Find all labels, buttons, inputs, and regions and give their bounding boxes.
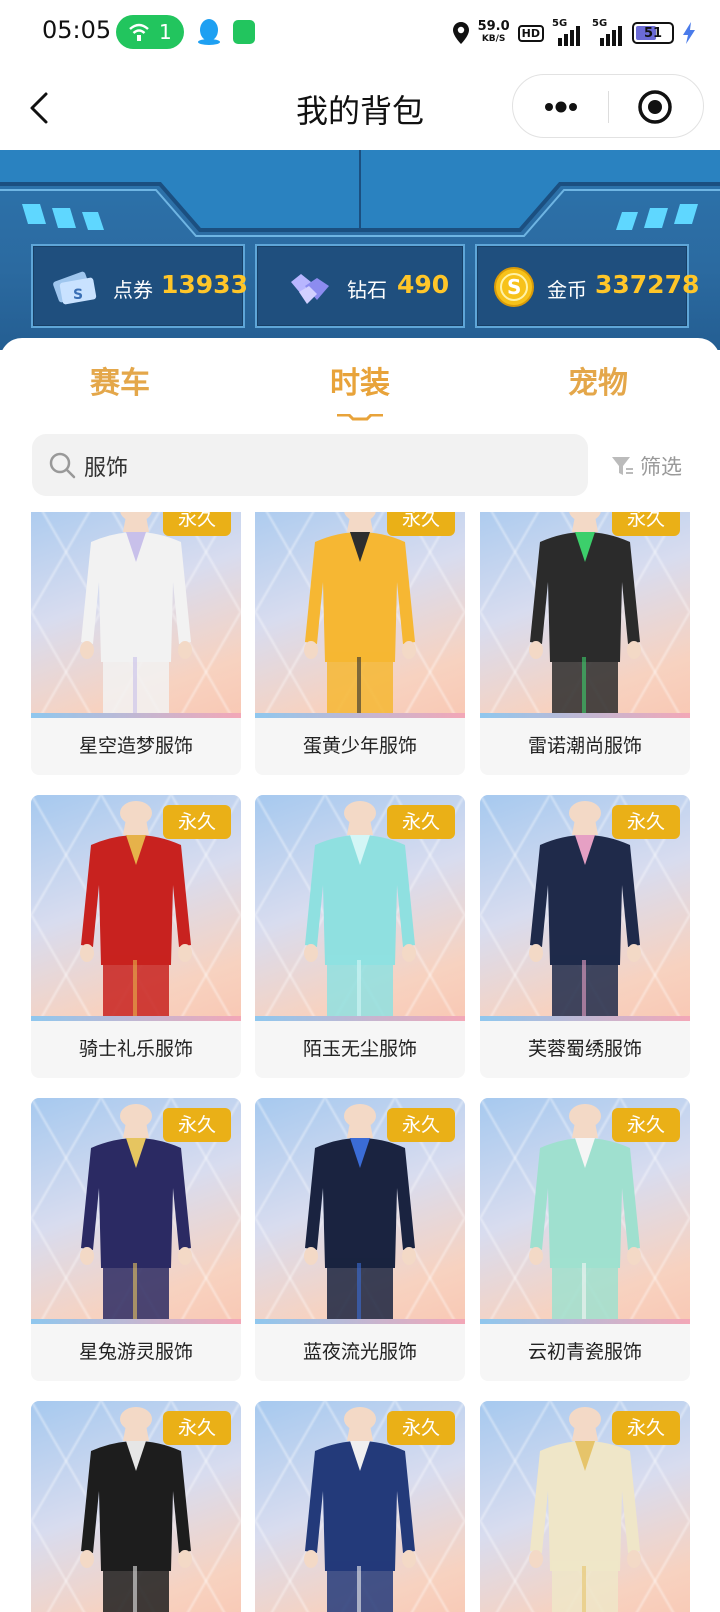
fashion-item-name: 星空造梦服饰: [78, 735, 193, 757]
search-icon: [49, 452, 76, 479]
permanent-badge: 永久: [612, 512, 680, 536]
signal-icon: [600, 24, 622, 46]
fashion-item-card[interactable]: 永久雷诺潮尚服饰: [480, 512, 690, 775]
fashion-item-card[interactable]: 永久骑士礼乐服饰: [31, 795, 241, 1078]
filter-icon: [612, 457, 633, 475]
signal-2: 5G: [590, 18, 624, 46]
permanent-badge: 永久: [612, 1411, 680, 1445]
battery-icon: 51: [632, 22, 674, 44]
coupon-box: S 点券 13933: [31, 244, 248, 328]
content-panel: 赛车 时装 宠物 服饰 筛选 永久 星空造梦服饰 永久 蛋黄少年服饰 永久 雷诺潮尚服饰永…: [0, 338, 720, 1612]
close-target-icon[interactable]: [637, 89, 673, 125]
svg-text:S: S: [507, 275, 521, 299]
charging-icon: [683, 22, 695, 44]
fashion-item-card[interactable]: 永久蓝夜流光服饰: [255, 1098, 465, 1381]
fashion-item-card[interactable]: 永久: [255, 1401, 465, 1612]
fashion-item-card[interactable]: 永久云初青瓷服饰: [480, 1098, 690, 1381]
fashion-item-card[interactable]: 永久蛋黄少年服饰: [255, 512, 465, 775]
item-grid: 永久 星空造梦服饰 永久 蛋黄少年服饰 永久 雷诺潮尚服饰 永久 骑士礼乐服饰 永久 陌玉无尘服饰…: [0, 512, 720, 1612]
fashion-item-image: [31, 512, 241, 718]
outfit-figure: [529, 512, 641, 717]
fashion-item-card[interactable]: 永久星兔游灵服饰: [31, 1098, 241, 1381]
status-time: 05:05: [42, 16, 112, 44]
permanent-badge: 永久: [163, 512, 231, 536]
gold-box: S 金币 337278: [475, 244, 699, 328]
miniprogram-capsule: [512, 74, 704, 138]
diamond-box: 钻石 490: [255, 244, 465, 328]
hotspot-count: 1: [158, 20, 172, 44]
network-speed: 59.0 KB/S: [477, 19, 510, 44]
permanent-badge: 永久: [163, 1411, 231, 1445]
tab-pet[interactable]: 宠物: [498, 358, 698, 402]
permanent-badge: 永久: [387, 1108, 455, 1142]
notification-app-icon: [233, 20, 255, 44]
diamond-value: 490: [397, 270, 450, 299]
fashion-item-card[interactable]: 永久: [31, 1401, 241, 1612]
permanent-badge: 永久: [612, 805, 680, 839]
fashion-item-name: 星兔游灵服饰: [78, 1341, 193, 1363]
diamond-label: 钻石: [347, 278, 387, 302]
status-right: 59.0 KB/S HD 5G 5G 51: [452, 16, 696, 50]
permanent-badge: 永久: [387, 512, 455, 536]
fashion-item-name: 云初青瓷服饰: [527, 1341, 642, 1363]
fashion-item-image: [480, 512, 690, 718]
permanent-badge: 永久: [163, 805, 231, 839]
search-text: 服饰: [84, 456, 129, 481]
hotspot-pill: 1: [116, 15, 184, 49]
more-icon[interactable]: [541, 97, 581, 117]
filter-button[interactable]: 筛选: [610, 448, 682, 484]
svg-text:S: S: [73, 287, 83, 303]
fashion-item-name: 雷诺潮尚服饰: [527, 735, 642, 757]
active-tab-indicator: [337, 414, 383, 421]
permanent-badge: 永久: [163, 1108, 231, 1142]
gold-label: 金币: [547, 278, 587, 302]
filter-label: 筛选: [640, 455, 682, 479]
fashion-item-card[interactable]: 永久星空造梦服饰: [31, 512, 241, 775]
permanent-badge: 永久: [612, 1108, 680, 1142]
permanent-badge: 永久: [387, 805, 455, 839]
qq-icon: [198, 19, 220, 45]
outfit-figure: [304, 512, 416, 717]
tab-racing-car[interactable]: 赛车: [20, 358, 220, 402]
fashion-item-name: 陌玉无尘服饰: [302, 1038, 417, 1060]
search-input[interactable]: 服饰: [32, 434, 588, 496]
hd-badge: HD: [517, 24, 544, 42]
coupon-value: 13933: [161, 270, 248, 299]
coupon-icon: S: [53, 271, 97, 305]
fashion-item-name: 芙蓉蜀绣服饰: [527, 1038, 642, 1060]
fashion-item-name: 蓝夜流光服饰: [302, 1341, 417, 1363]
outfit-figure: [80, 512, 192, 717]
nav-bar: 我的背包: [0, 66, 720, 150]
permanent-badge: 永久: [387, 1411, 455, 1445]
status-bar: 05:05 1 59.0 KB/S HD 5G 5G 51: [0, 0, 720, 66]
fashion-item-card[interactable]: 永久: [480, 1401, 690, 1612]
gold-value: 337278: [595, 270, 700, 299]
fashion-item-card[interactable]: 永久芙蓉蜀绣服饰: [480, 795, 690, 1078]
gold-coin-icon: S: [494, 267, 534, 307]
capsule-divider: [608, 91, 609, 123]
signal-icon: [558, 24, 580, 46]
fashion-item-name: 骑士礼乐服饰: [78, 1038, 193, 1060]
diamond-icon: [291, 274, 329, 304]
fashion-item-image: [255, 512, 465, 718]
coupon-label: 点券: [113, 278, 153, 302]
signal-1: 5G: [552, 18, 582, 46]
fashion-item-name: 蛋黄少年服饰: [302, 735, 417, 757]
location-icon: [452, 22, 469, 44]
tab-fashion[interactable]: 时装: [260, 358, 460, 402]
category-tabs: 赛车 时装 宠物: [0, 338, 720, 428]
fashion-item-card[interactable]: 永久陌玉无尘服饰: [255, 795, 465, 1078]
wifi-icon: [129, 23, 150, 41]
